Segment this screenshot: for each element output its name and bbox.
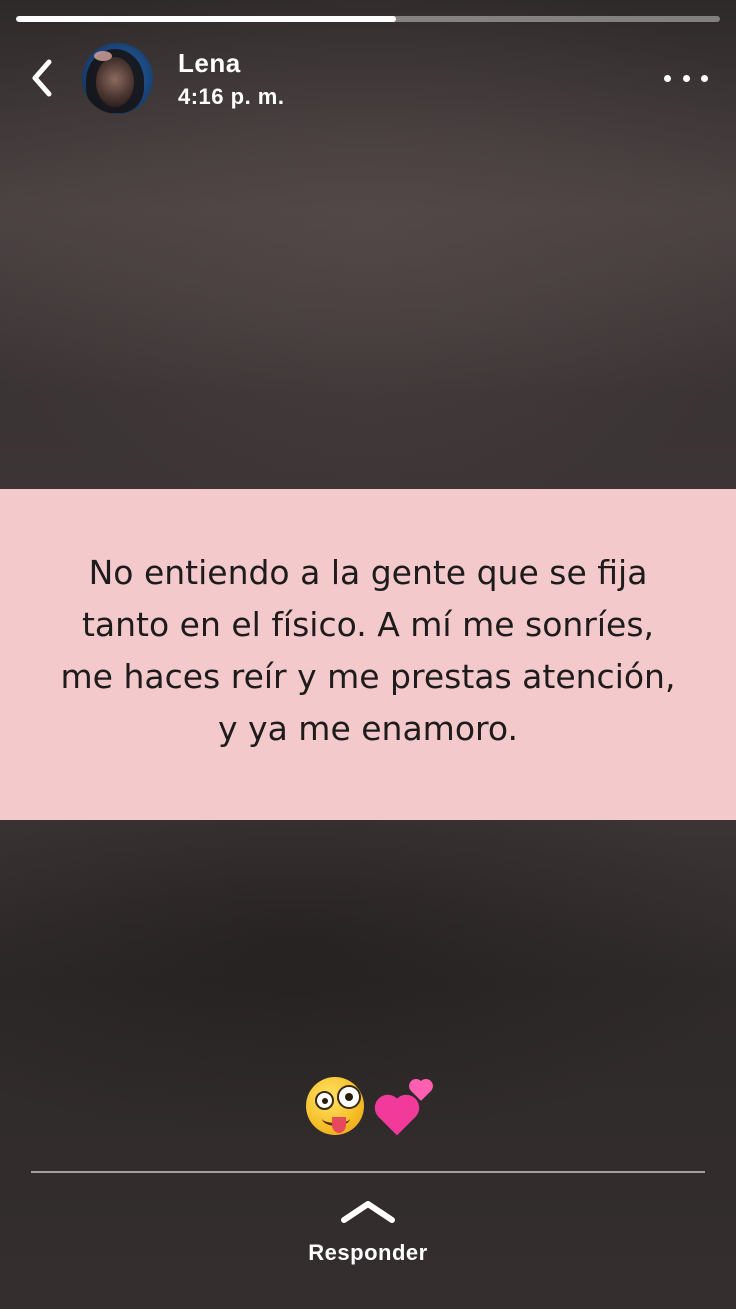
quote-line: y ya me enamoro.	[218, 708, 518, 748]
ellipsis-icon	[682, 74, 690, 82]
post-timestamp: 4:16 p. m.	[178, 84, 285, 109]
quote-line: me haces reír y me prestas atención,	[60, 656, 676, 696]
quote-card: No entiendo a la gente que se fija tanto…	[0, 489, 736, 820]
back-button[interactable]	[22, 56, 62, 100]
story-header: Lena 4:16 p. m.	[0, 40, 736, 120]
avatar-face	[96, 57, 134, 107]
ellipsis-icon	[664, 74, 671, 82]
user-name[interactable]: Lena	[178, 48, 241, 79]
quote-text: No entiendo a la gente que se fija tanto…	[18, 547, 718, 755]
story-progress-bar	[16, 16, 720, 22]
emoji-caption	[300, 1072, 440, 1142]
avatar-accent	[94, 51, 112, 61]
story-progress-fill	[16, 16, 397, 22]
chevron-left-icon	[32, 59, 52, 97]
reply-button[interactable]: Responder	[268, 1190, 468, 1280]
ellipsis-icon	[701, 74, 708, 82]
quote-line: No entiendo a la gente que se fija	[88, 552, 648, 592]
two-hearts-emoji	[376, 1078, 440, 1138]
avatar[interactable]	[82, 43, 153, 114]
more-options-button[interactable]	[664, 70, 708, 86]
quote-line: tanto en el físico. A mí me sonríes,	[81, 604, 655, 644]
chevron-up-icon	[341, 1201, 395, 1223]
zany-face-emoji	[306, 1077, 364, 1135]
reply-label: Responder	[308, 1240, 428, 1265]
reply-divider	[31, 1171, 705, 1173]
